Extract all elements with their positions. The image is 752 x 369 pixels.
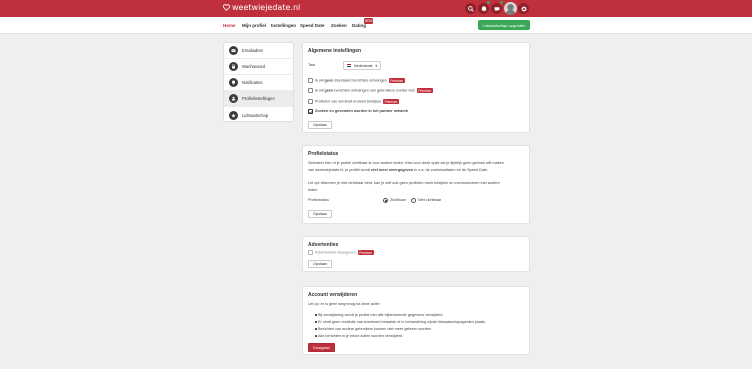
avatar-photo <box>505 3 516 15</box>
notifications-button[interactable] <box>478 0 491 14</box>
option-label[interactable]: Zoeken en gevonden worden in het partner… <box>315 109 408 113</box>
chevron-down-icon: ▾ <box>375 63 378 68</box>
bullet-icon <box>315 321 317 323</box>
list-item: Alle berichten in je Inbox zullen worden… <box>318 333 403 338</box>
heart-icon <box>223 4 230 11</box>
sidebar-item-email[interactable]: Emailadres <box>224 43 293 59</box>
star-icon <box>229 110 238 120</box>
option-label[interactable]: Ik wil geen standaard berichten ontvange… <box>315 78 405 83</box>
language-value: Nederlands <box>354 63 373 68</box>
delete-account-card: Account verwijderen Let op: er is geen w… <box>302 286 530 355</box>
user-icon <box>229 94 238 103</box>
lock-icon <box>229 62 238 71</box>
nav-home[interactable]: Home <box>223 23 236 28</box>
sidebar-item-notifications[interactable]: Notificaties <box>224 75 293 91</box>
option-label[interactable]: Profielen van verderaf ervaren bekijken P… <box>315 99 399 104</box>
sidebar-item-label: Wachtwoord <box>242 64 266 69</box>
visible-label[interactable]: Zichtbaar <box>390 198 406 202</box>
partner-network-checkbox[interactable] <box>308 109 313 114</box>
sidebar-item-label: Notificaties <box>242 80 263 85</box>
flag-nl-icon <box>347 64 351 67</box>
nav-settings[interactable]: Instellingen <box>271 23 296 28</box>
ads-option-label[interactable]: Advertenties weergeven Premium <box>315 250 374 255</box>
bullet-icon <box>315 328 317 330</box>
warning-text: Let op! Wanneer je niet zichtbaar bent, … <box>308 181 500 185</box>
list-item: Bij verwijdering wordt je profiel met al… <box>318 312 443 317</box>
premium-badge: Premium <box>388 78 405 83</box>
language-select[interactable]: Nederlands ▾ <box>343 61 381 70</box>
card-title: Advertenties <box>308 242 339 248</box>
bullet-icon <box>315 335 317 337</box>
save-button[interactable]: Opslaan <box>308 260 333 268</box>
logo-text: weetwiejedate.nl <box>232 3 301 12</box>
premium-badge: Premium <box>416 88 433 93</box>
top-bar: weetwiejedate.nl <box>0 0 752 17</box>
save-button[interactable]: Opslaan <box>308 210 333 218</box>
sidebar-item-label: Emailadres <box>242 48 263 53</box>
save-button[interactable]: Opslaan <box>308 121 333 129</box>
description-text: Selecteer hier of je profiel zichtbaar i… <box>308 161 504 165</box>
chat-icon <box>494 6 499 11</box>
avatar[interactable] <box>504 2 517 15</box>
card-title: Account verwijderen <box>308 292 358 298</box>
warning-text: leden. <box>308 188 319 192</box>
sidebar-item-label: Lidmaatschap <box>242 112 269 118</box>
nav-search[interactable]: Zoeken <box>331 23 347 28</box>
language-label: Taal <box>308 63 315 67</box>
ads-card: Advertenties Advertenties weergeven Premi… <box>302 236 530 272</box>
settings-icon <box>520 5 527 12</box>
bell-icon <box>229 78 238 87</box>
option-checkbox[interactable] <box>308 78 313 83</box>
description-text: van weetwiejedate.nl, je profiel wordt n… <box>308 168 489 172</box>
status-label: Profielstatus <box>308 198 329 202</box>
envelope-icon <box>229 46 238 55</box>
list-item: Er vindt geen restitutie van eventueel b… <box>318 319 485 324</box>
settings-sidebar: Emailadres Wachtwoord Notificaties Profi… <box>223 42 294 122</box>
sidebar-item-label: Profielinstellingen <box>242 96 275 101</box>
card-title: Profielstatus <box>308 151 339 157</box>
settings-button[interactable] <box>518 3 529 14</box>
nav-speed-date[interactable]: Speed Date <box>300 23 325 28</box>
premium-badge: Premium <box>383 99 399 104</box>
logo[interactable]: weetwiejedate.nl <box>223 3 300 12</box>
check-icon <box>309 110 313 114</box>
option-checkbox[interactable] <box>308 99 313 104</box>
hidden-radio[interactable] <box>411 198 416 203</box>
message-dot <box>499 0 504 5</box>
general-settings-card: Algemene instellingen Taal Nederlands ▾ … <box>302 42 530 133</box>
delete-account-button[interactable]: Doorgaan <box>308 343 335 352</box>
upgrade-membership-button[interactable]: Lidmaatschap upgraden <box>478 20 530 30</box>
search-icon <box>467 5 474 12</box>
messages-button[interactable] <box>491 0 504 14</box>
option-label[interactable]: Ik wil geen berichten ontvangen van gebr… <box>315 88 433 93</box>
sidebar-item-profile-settings[interactable]: Profielinstellingen <box>224 91 293 107</box>
option-checkbox[interactable] <box>308 88 313 93</box>
bell-icon <box>481 5 486 11</box>
card-title: Algemene instellingen <box>308 48 362 54</box>
warning-text: Let op: er is geen weg terug na deze act… <box>308 302 380 306</box>
visible-radio[interactable] <box>383 198 388 203</box>
notification-dot <box>486 0 491 5</box>
hidden-label[interactable]: Niet zichtbaar <box>418 198 441 202</box>
ads-checkbox[interactable] <box>308 250 313 255</box>
premium-badge: Premium <box>357 250 374 255</box>
new-badge: NEW <box>364 18 374 24</box>
search-button[interactable] <box>465 3 476 14</box>
sidebar-item-password[interactable]: Wachtwoord <box>224 59 293 75</box>
bullet-icon <box>315 314 317 316</box>
list-item: Berichten van andere gebruikers kunnen n… <box>318 326 432 331</box>
sidebar-item-membership[interactable]: Lidmaatschap <box>224 107 293 123</box>
main-nav: Home Mijn profiel Instellingen Speed Dat… <box>0 17 752 34</box>
profile-status-card: Profielstatus Selecteer hier of je profi… <box>302 145 530 224</box>
nav-my-profile[interactable]: Mijn profiel <box>242 23 266 28</box>
